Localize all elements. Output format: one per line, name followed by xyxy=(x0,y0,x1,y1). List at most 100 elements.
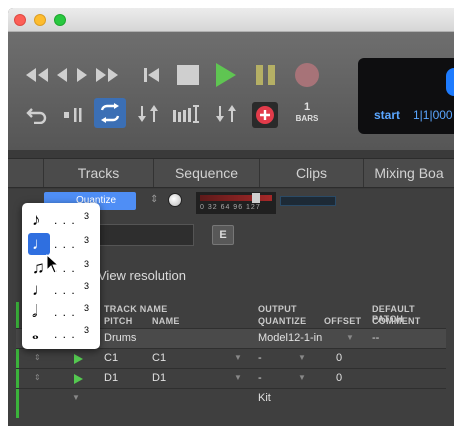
header-output: OUTPUT xyxy=(258,304,297,314)
rewind-fast-button[interactable] xyxy=(24,66,50,84)
option-tuplet: 3 xyxy=(84,325,90,335)
chevron-down-icon[interactable]: ▼ xyxy=(72,393,84,403)
offset-cell[interactable]: 0 xyxy=(336,349,342,368)
undo-icon[interactable] xyxy=(26,104,48,124)
play-note-icon[interactable] xyxy=(74,374,83,384)
option-dots: . . . xyxy=(54,305,76,319)
play-button[interactable] xyxy=(214,62,238,88)
stop-at-end-icon[interactable] xyxy=(62,106,86,124)
option-dots: . . . xyxy=(54,327,76,341)
edit-button[interactable]: E xyxy=(212,225,234,245)
chevron-down-icon[interactable]: ▼ xyxy=(298,373,310,383)
table-row[interactable]: ⇕ C1 C1 ▼ - ▼ 0 xyxy=(16,348,446,368)
option-tuplet: 3 xyxy=(84,281,90,291)
option-tuplet: 3 xyxy=(84,235,90,245)
output-cell[interactable]: Model12-1-in xyxy=(258,329,322,348)
counter-position: 1|1|000 xyxy=(413,108,453,122)
output-cell[interactable]: Kit xyxy=(258,389,271,408)
tab-tracks[interactable]: Tracks xyxy=(44,159,154,187)
tab-mixing-board[interactable]: Mixing Boa xyxy=(364,159,454,187)
quantize-stepper-icon[interactable]: ⇕ xyxy=(150,194,158,205)
row-stepper-icon[interactable]: ⇕ xyxy=(34,373,46,383)
resolution-option[interactable]: ♪ . . . 3 xyxy=(26,209,96,231)
transport-toolbar: 1 BARS start 1|1|000 xyxy=(8,32,454,150)
offset-cell[interactable]: 0 xyxy=(336,369,342,388)
loop-bars-number: 1 xyxy=(303,101,311,113)
quarter-note-icon: ♩ xyxy=(32,280,49,299)
pitch-cell[interactable]: D1 xyxy=(104,369,118,388)
tab-sequence[interactable]: Sequence xyxy=(154,159,260,187)
close-window-button[interactable] xyxy=(14,14,26,26)
view-resolution-label: View resolution xyxy=(98,268,186,283)
punch-out-icon[interactable] xyxy=(214,104,240,124)
beamed-eighths-icon: ♫ xyxy=(32,258,45,277)
resolution-option[interactable]: ♩ . . . 3 xyxy=(26,279,96,301)
table-row[interactable]: ⇕ D1 D1 ▼ - ▼ 0 xyxy=(16,368,446,388)
minimize-window-button[interactable] xyxy=(34,14,46,26)
metronome-icon[interactable] xyxy=(172,104,202,124)
title-bar xyxy=(8,8,454,32)
resolution-popup-menu: ♪ . . . 3 ♩ . . . 3 ♫ . . . 3 ♩ . . . 3 … xyxy=(22,203,100,349)
chevron-down-icon[interactable]: ▼ xyxy=(234,353,246,363)
velocity-meter[interactable]: 0 32 64 96 127 xyxy=(196,192,276,214)
resolution-option-selected[interactable]: ♩ . . . 3 xyxy=(26,233,96,255)
pitch-cell[interactable]: C1 xyxy=(104,349,118,368)
tab-clips[interactable]: Clips xyxy=(260,159,364,187)
position-counter[interactable]: start 1|1|000 xyxy=(358,58,454,134)
chevron-down-icon[interactable]: ▼ xyxy=(298,353,310,363)
option-tuplet: 3 xyxy=(84,211,90,221)
header-name: NAME xyxy=(152,316,180,326)
resolution-option[interactable]: 𝅝 . . . 3 xyxy=(26,323,96,345)
velocity-meter-thumb[interactable] xyxy=(252,193,260,203)
loop-toggle-button[interactable] xyxy=(94,98,126,128)
option-dots: . . . xyxy=(54,237,76,251)
table-row[interactable]: ▼ Kit xyxy=(16,388,446,408)
tab-bar: Tracks Sequence Clips Mixing Boa xyxy=(8,158,454,188)
eighth-note-icon: ♪ xyxy=(32,210,41,229)
play-note-icon[interactable] xyxy=(74,354,83,364)
quarter-note-icon: ♩ xyxy=(32,234,49,253)
mouse-pointer-icon xyxy=(46,253,60,279)
resolution-option[interactable]: 𝅗𝅥 . . . 3 xyxy=(26,301,96,323)
counter-start-label: start xyxy=(374,108,401,122)
fast-forward-button[interactable] xyxy=(94,66,120,84)
header-pitch: PITCH xyxy=(104,316,133,326)
name-cell[interactable]: C1 xyxy=(152,349,166,368)
header-offset: OFFSET xyxy=(324,316,362,326)
patch-cell[interactable]: -- xyxy=(372,329,379,348)
chevron-down-icon[interactable]: ▼ xyxy=(234,373,246,383)
resolution-field[interactable] xyxy=(98,224,194,246)
header-quantize: QUANTIZE xyxy=(258,316,307,326)
loop-bars-control[interactable]: 1 BARS xyxy=(292,102,322,123)
header-track-name: TRACK NAME xyxy=(104,304,168,314)
half-note-icon: 𝅗𝅥 xyxy=(32,302,38,321)
quantize-cell[interactable]: - xyxy=(258,349,262,368)
tab-spacer xyxy=(8,159,44,187)
option-dots: . . . xyxy=(54,283,76,297)
name-cell[interactable]: D1 xyxy=(152,369,166,388)
velocity-meter-bar xyxy=(200,195,272,201)
record-enable-button[interactable] xyxy=(252,102,278,128)
option-tuplet: 3 xyxy=(84,303,90,313)
velocity-meter-scale: 0 32 64 96 127 xyxy=(200,204,261,211)
rewind-button[interactable] xyxy=(54,66,70,84)
track-name-cell[interactable]: Drums xyxy=(104,329,136,348)
level-meter xyxy=(280,196,336,206)
stop-button[interactable] xyxy=(176,64,200,86)
header-comment: COMMENT xyxy=(372,316,421,326)
option-tuplet: 3 xyxy=(84,259,90,269)
zoom-window-button[interactable] xyxy=(54,14,66,26)
return-to-start-button[interactable] xyxy=(142,66,162,84)
pause-button[interactable] xyxy=(254,64,278,86)
quantize-cell[interactable]: - xyxy=(258,369,262,388)
chevron-down-icon[interactable]: ▼ xyxy=(346,333,358,343)
resolution-option[interactable]: ♫ . . . 3 xyxy=(26,257,96,279)
punch-in-icon[interactable] xyxy=(136,104,162,124)
counter-indicator xyxy=(446,68,454,96)
forward-button[interactable] xyxy=(74,66,90,84)
row-stepper-icon[interactable]: ⇕ xyxy=(34,353,46,363)
loop-bars-label: BARS xyxy=(295,114,319,123)
velocity-knob[interactable] xyxy=(168,193,182,207)
whole-note-icon: 𝅝 xyxy=(32,324,39,343)
record-button[interactable] xyxy=(294,62,320,88)
